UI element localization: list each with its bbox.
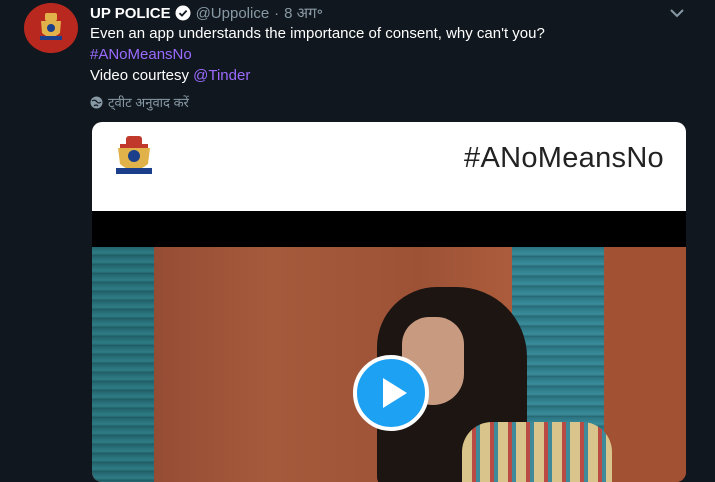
tweet[interactable]: UP POLICE @Uppolice · 8 अग॰ Even an app … bbox=[0, 0, 715, 482]
chevron-down-icon[interactable] bbox=[667, 5, 687, 21]
letterbox-bar bbox=[92, 211, 686, 247]
translate-label: ट्वीट अनुवाद करें bbox=[108, 95, 189, 110]
author-name[interactable]: UP POLICE bbox=[90, 5, 171, 22]
banner-hashtag: #ANoMeansNo bbox=[464, 142, 664, 174]
play-button[interactable] bbox=[353, 355, 429, 431]
separator-dot: · bbox=[274, 4, 280, 22]
video-player[interactable]: #ANoMeansNo bbox=[92, 122, 686, 482]
mention-link[interactable]: @Tinder bbox=[193, 67, 250, 84]
avatar[interactable] bbox=[24, 3, 78, 53]
translate-tweet-button[interactable]: ट्वीट अनुवाद करें bbox=[90, 93, 189, 111]
window-shutter-left bbox=[92, 247, 154, 482]
up-police-emblem-icon bbox=[26, 3, 76, 53]
author-handle[interactable]: @Uppolice bbox=[196, 5, 270, 22]
hashtag-link[interactable]: #ANoMeansNo bbox=[90, 46, 192, 63]
video-banner: #ANoMeansNo bbox=[92, 122, 686, 211]
tweet-text: Even an app understands the importance o… bbox=[90, 25, 545, 42]
up-police-logo-icon bbox=[116, 136, 152, 174]
video-credit-text: Video courtesy bbox=[90, 67, 189, 84]
tweet-date[interactable]: 8 अग॰ bbox=[284, 3, 323, 23]
tweet-header: UP POLICE @Uppolice · 8 अग॰ bbox=[90, 2, 323, 24]
globe-icon bbox=[90, 96, 103, 109]
play-icon bbox=[383, 378, 407, 408]
verified-badge-icon bbox=[175, 5, 191, 21]
